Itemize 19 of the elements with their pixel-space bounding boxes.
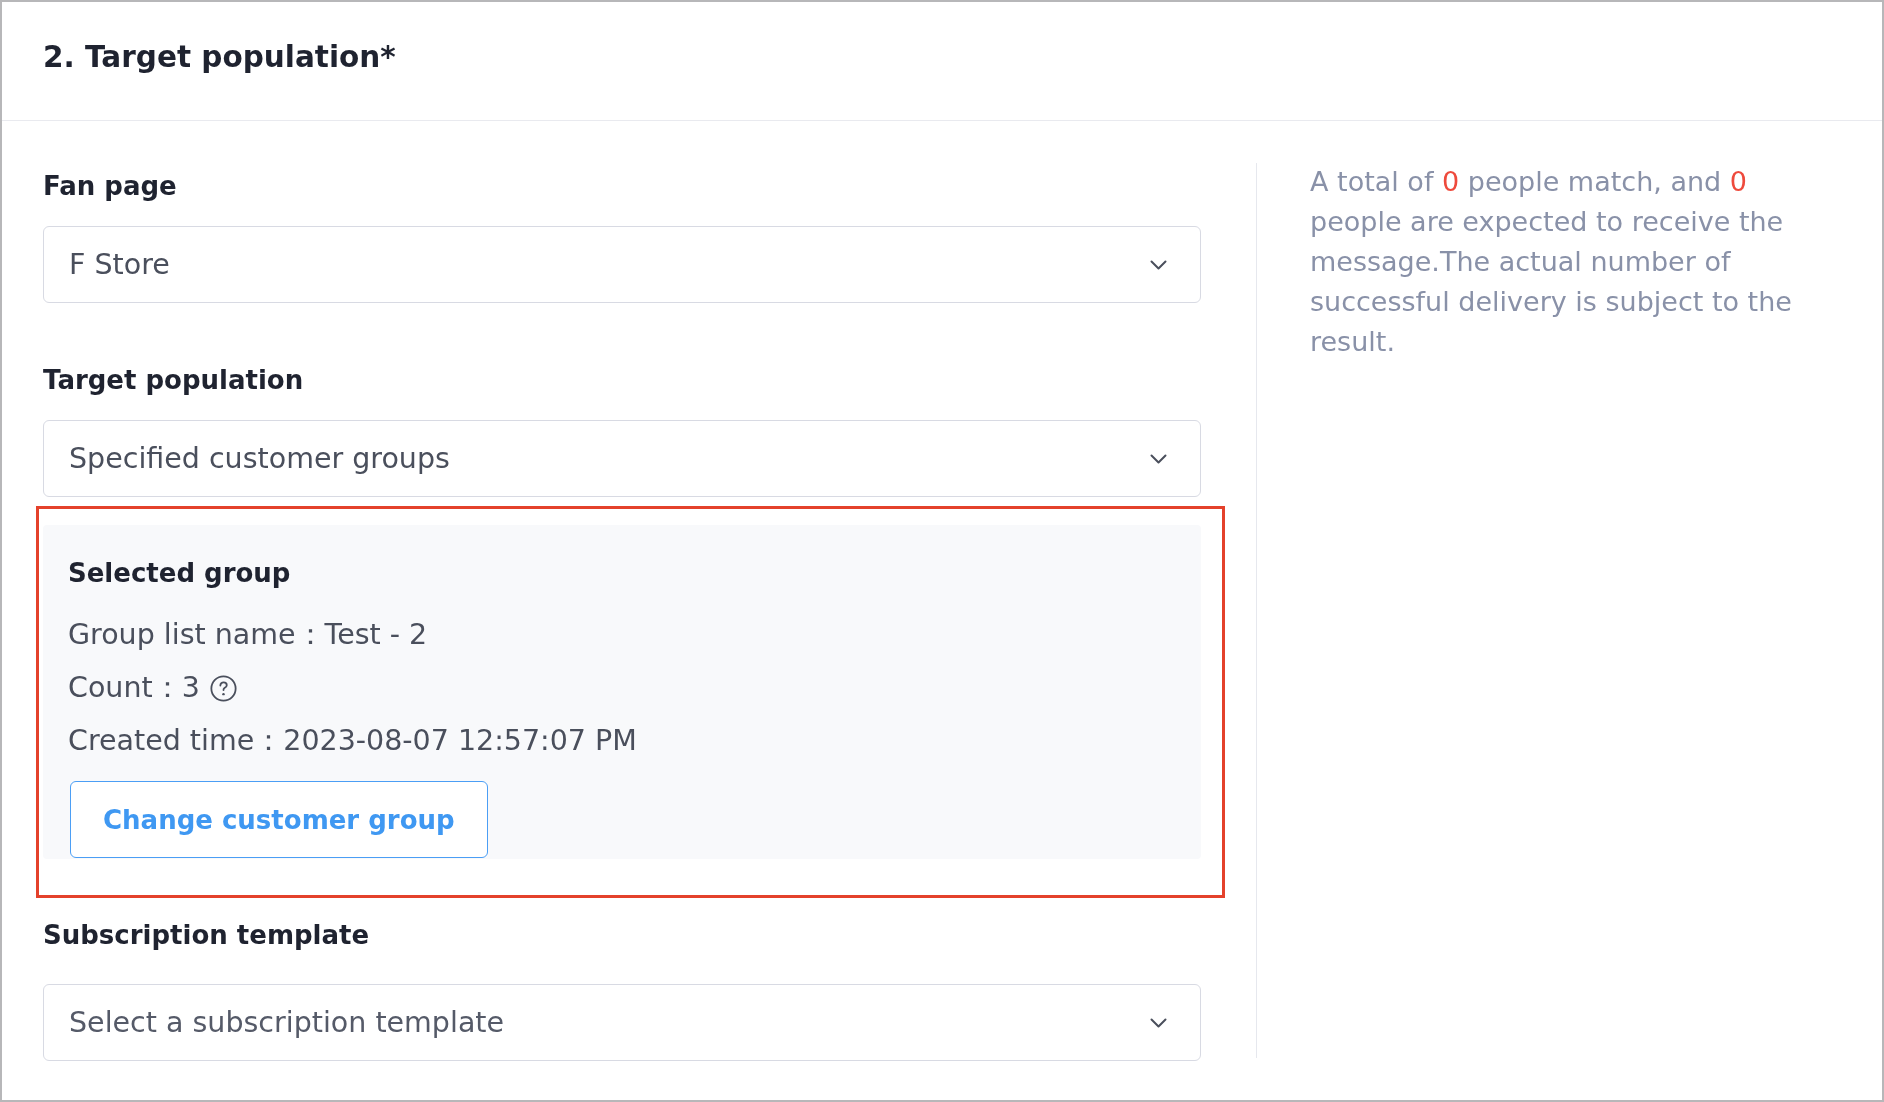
chevron-down-icon (1150, 1017, 1167, 1028)
chevron-down-icon (1150, 453, 1167, 464)
delivery-summary: A total of 0 people match, and 0 people are expected to receive the message.The actual number of successful delivery is subject to the result. (1310, 165, 1793, 359)
field-label: Target population (43, 364, 304, 397)
field-label: Fan page (43, 170, 177, 203)
dropdown[interactable]: Specified customer groups (43, 420, 1201, 497)
chevron-down-icon (1150, 259, 1167, 270)
section-title: 2. Target population* (43, 39, 396, 76)
group-title: Selected group (68, 557, 291, 590)
detail-label: Group list name： (68, 617, 325, 653)
detail-label: Count： (68, 670, 182, 706)
detail-value: Test - 2 (324, 617, 428, 653)
detail-value: 2023-08-07 12:57:07 PM (283, 723, 637, 759)
help-icon[interactable] (209, 674, 237, 702)
field-label: Subscription template (43, 919, 370, 952)
detail-value: 3 (181, 670, 200, 706)
dropdown[interactable]: Select a subscription template (43, 984, 1201, 1061)
dropdown[interactable]: F Store (43, 226, 1201, 303)
detail-label: Created time： (68, 723, 284, 759)
